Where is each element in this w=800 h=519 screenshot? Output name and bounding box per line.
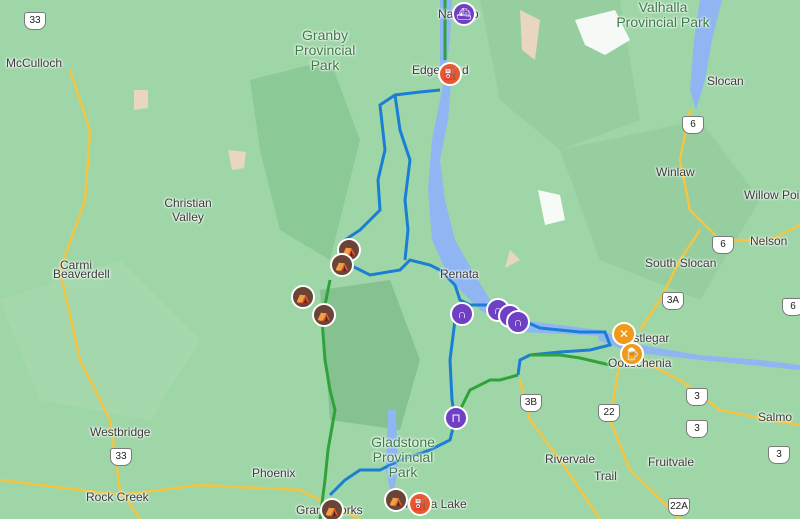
place-christian-valley[interactable]: Christian Valley [158,196,218,224]
place-nelson[interactable]: Nelson [750,234,787,248]
highway-22-shield: 22 [598,404,620,422]
ferry-icon[interactable]: ⛴ [452,2,476,26]
tent-icon[interactable]: ⛺ [330,253,354,277]
tent-icon[interactable]: ⛺ [320,498,344,519]
tunnel-icon[interactable]: ∩ [506,310,530,334]
place-phoenix[interactable]: Phoenix [252,466,295,480]
tunnel-icon[interactable]: ∩ [450,302,474,326]
highway-3-shield: 3 [686,388,708,406]
place-salmo[interactable]: Salmo [758,410,792,424]
tent-icon[interactable]: ⛺ [384,488,408,512]
beer-mug-icon[interactable]: 🍺 [620,342,644,366]
tent-icon[interactable]: ⛺ [312,303,336,327]
highway-3-shield: 3 [768,446,790,464]
place-fruitvale[interactable]: Fruitvale [648,455,694,469]
place-rock-creek[interactable]: Rock Creek [86,490,149,504]
fuel-pump-icon[interactable]: ⛽ [408,492,432,516]
highway-3-shield: 3 [686,420,708,438]
highway-6-shield: 6 [712,236,734,254]
place-renata[interactable]: Renata [440,267,479,281]
place-granby-park[interactable]: Granby Provincial Park [280,28,370,73]
bridge-icon[interactable]: ⊓ [444,406,468,430]
place-slocan[interactable]: Slocan [707,74,744,88]
highway-3a-shield: 3A [662,292,684,310]
place-gladstone-park[interactable]: Gladstone Provincial Park [358,435,448,480]
place-south-slocan[interactable]: South Slocan [645,256,716,270]
place-rivervale[interactable]: Rivervale [545,452,595,466]
place-willow-point[interactable]: Willow Poi [744,188,799,202]
fuel-pump-icon[interactable]: ⛽ [438,62,462,86]
place-winlaw[interactable]: Winlaw [656,165,695,179]
place-trail[interactable]: Trail [594,469,617,483]
highway-6-shield: 6 [782,298,800,316]
highway-3b-shield: 3B [520,394,542,412]
highway-6-shield: 6 [682,116,704,134]
highway-22a-shield: 22A [668,498,690,516]
highway-33-shield: 33 [110,448,132,466]
place-westbridge[interactable]: Westbridge [90,425,150,439]
map-canvas[interactable]: Nakusp Valhalla Provincial Park Granby P… [0,0,800,519]
place-mcculloch[interactable]: McCulloch [6,56,62,70]
highway-33-shield: 33 [24,12,46,30]
place-valhalla-park[interactable]: Valhalla Provincial Park [608,0,718,30]
tent-icon[interactable]: ⛺ [291,285,315,309]
place-beaverdell[interactable]: Beaverdell [53,267,110,281]
